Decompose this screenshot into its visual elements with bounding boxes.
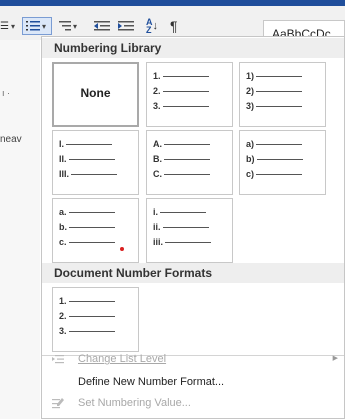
cursor-marker bbox=[120, 247, 124, 251]
chevron-down-icon: ▾ bbox=[10, 21, 15, 31]
multilevel-list-icon bbox=[59, 21, 71, 31]
numbering-format-number-paren[interactable]: 1) 2) 3) bbox=[239, 62, 326, 127]
show-marks-button[interactable]: ¶ bbox=[170, 17, 178, 35]
set-numbering-value-label: Set Numbering Value... bbox=[78, 397, 191, 409]
numbering-library-header: Numbering Library bbox=[42, 38, 344, 58]
change-list-level-icon bbox=[51, 352, 65, 366]
set-numbering-value-item[interactable]: Set Numbering Value... bbox=[42, 393, 344, 413]
numbering-format-number-period[interactable]: 1. 2. 3. bbox=[146, 62, 233, 127]
document-number-formats-header: Document Number Formats bbox=[42, 263, 344, 283]
change-list-level-item[interactable]: Change List Level ▶ bbox=[42, 349, 344, 369]
submenu-arrow-icon: ▶ bbox=[332, 355, 338, 362]
document-format-number-period[interactable]: 1. 2. 3. bbox=[52, 287, 139, 352]
sort-button[interactable]: A Z ↓ bbox=[146, 17, 158, 35]
change-list-level-label: Change List Level bbox=[78, 353, 167, 365]
set-numbering-value-icon bbox=[51, 396, 65, 410]
ruler-fragment: ı · bbox=[2, 88, 10, 98]
decrease-indent-button[interactable] bbox=[94, 17, 110, 35]
numbering-format-roman-lower[interactable]: i. ii. iii. bbox=[146, 198, 233, 263]
bullets-button[interactable]: ☰ ▾ bbox=[0, 17, 15, 35]
define-new-number-format-label: Define New Number Format... bbox=[78, 376, 225, 388]
bullet-list-icon: ☰ bbox=[0, 20, 9, 32]
decrease-indent-icon bbox=[94, 21, 110, 31]
multilevel-list-button[interactable]: ▾ bbox=[57, 17, 77, 35]
numbering-format-alpha-lower-paren[interactable]: a) b) c) bbox=[239, 130, 326, 195]
increase-indent-icon bbox=[118, 21, 134, 31]
numbering-dropdown: Numbering Library None 1. 2. 3. 1) 2) 3)… bbox=[41, 36, 345, 419]
chevron-down-icon: ▾ bbox=[73, 21, 78, 31]
numbering-format-alpha-lower-period[interactable]: a. b. c. bbox=[52, 198, 139, 263]
numbering-format-roman-upper[interactable]: I. II. III. bbox=[52, 130, 139, 195]
numbered-list-icon bbox=[26, 21, 40, 31]
define-new-number-format-item[interactable]: Define New Number Format... bbox=[42, 372, 344, 392]
document-area: ı · neav bbox=[0, 40, 40, 419]
none-label: None bbox=[80, 86, 111, 100]
pilcrow-icon: ¶ bbox=[170, 18, 178, 34]
increase-indent-button[interactable] bbox=[118, 17, 134, 35]
numbering-button[interactable]: ▾ bbox=[22, 17, 52, 35]
chevron-down-icon: ▾ bbox=[42, 21, 47, 31]
document-text-fragment: neav bbox=[0, 134, 22, 145]
numbering-format-alpha-upper[interactable]: A. B. C. bbox=[146, 130, 233, 195]
numbering-none[interactable]: None bbox=[52, 62, 139, 127]
ribbon-paragraph-group: ☰ ▾ ▾ ▾ A Z ↓ ¶ AaBbCcDc bbox=[0, 0, 345, 46]
